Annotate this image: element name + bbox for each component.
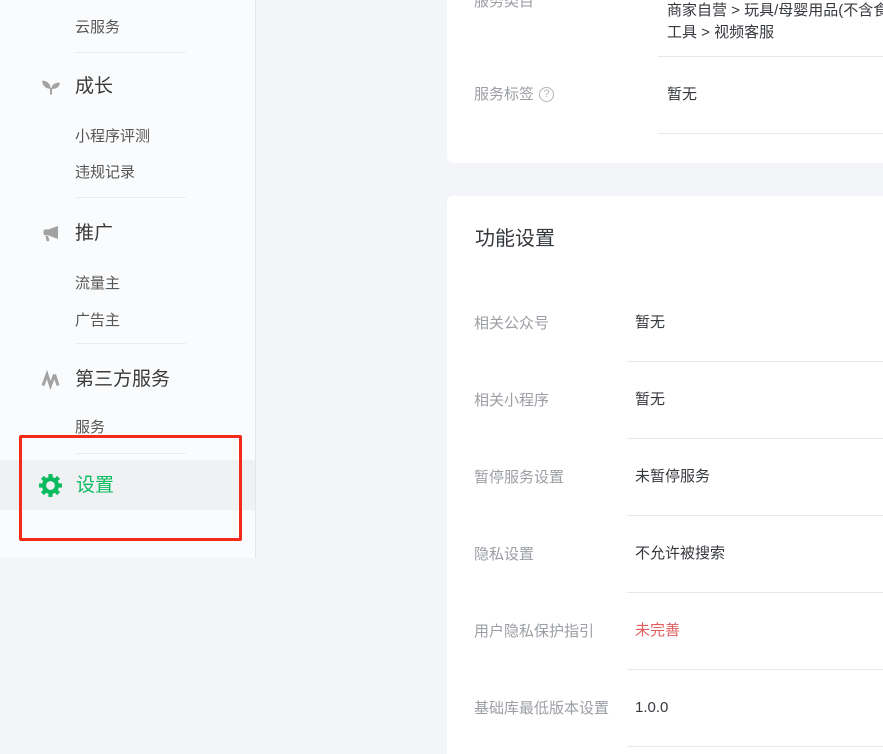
- sidebar-section-promotion[interactable]: 推广: [39, 221, 255, 246]
- third-party-icon: [39, 368, 63, 392]
- related-miniprogram-value: 暂无: [635, 389, 665, 411]
- sidebar-section-third-party[interactable]: 第三方服务: [39, 367, 255, 392]
- sidebar-item-settings[interactable]: 设置: [0, 460, 255, 510]
- base-library-version-value: 1.0.0: [635, 697, 668, 719]
- card-title: 功能设置: [475, 227, 555, 251]
- service-tag-label-text: 服务标签: [474, 86, 534, 103]
- sidebar: 云服务 成长 小程序评测 违规记录 推广: [0, 0, 256, 558]
- function-settings-card: 功能设置 相关公众号 暂无 相关小程序 暂无 暂停服务设置 未暂停服务 隐私设置…: [447, 196, 883, 754]
- sidebar-item-miniprogram-evaluation[interactable]: 小程序评测: [75, 128, 150, 145]
- row-divider: [627, 515, 883, 516]
- privacy-settings-label: 隐私设置: [474, 546, 534, 563]
- row-divider: [627, 592, 883, 593]
- base-library-version-label: 基础库最低版本设置: [474, 700, 609, 717]
- sidebar-item-violation-records[interactable]: 违规记录: [75, 164, 135, 181]
- sidebar-divider: [75, 343, 186, 344]
- service-category-label: 服务类目: [474, 0, 534, 10]
- gear-icon: [38, 473, 63, 498]
- pause-service-value: 未暂停服务: [635, 466, 710, 488]
- megaphone-icon: [39, 222, 63, 246]
- user-privacy-guide-label: 用户隐私保护指引: [474, 623, 594, 640]
- sidebar-item-traffic-monetization[interactable]: 流量主: [75, 275, 120, 292]
- app-root: 云服务 成长 小程序评测 违规记录 推广: [0, 0, 883, 754]
- sidebar-section-label: 推广: [75, 221, 113, 246]
- sidebar-divider: [75, 52, 186, 53]
- service-category-value-line2: 工具 > 视频客服: [667, 22, 774, 44]
- service-tag-label: 服务标签 ?: [474, 86, 554, 103]
- sidebar-section-growth[interactable]: 成长: [39, 74, 255, 99]
- sidebar-divider: [75, 197, 186, 198]
- sidebar-item-settings-label: 设置: [76, 473, 114, 498]
- privacy-settings-value: 不允许被搜索: [635, 543, 725, 565]
- sidebar-item-service[interactable]: 服务: [75, 419, 105, 436]
- help-icon[interactable]: ?: [539, 87, 554, 102]
- sprout-icon: [39, 75, 63, 99]
- sidebar-item-cloud-service[interactable]: 云服务: [75, 19, 120, 36]
- related-miniprogram-label: 相关小程序: [474, 392, 549, 409]
- related-official-account-label: 相关公众号: [474, 315, 549, 332]
- row-divider: [658, 133, 883, 134]
- row-divider: [658, 56, 883, 57]
- service-tag-value: 暂无: [667, 84, 697, 106]
- sidebar-section-label: 第三方服务: [75, 367, 170, 392]
- user-privacy-guide-value[interactable]: 未完善: [635, 620, 680, 642]
- sidebar-item-advertiser[interactable]: 广告主: [75, 312, 120, 329]
- service-info-card: 服务类目 商家自营 > 玩具/母婴用品(不含食品 工具 > 视频客服 服务标签 …: [447, 0, 883, 163]
- service-category-value-line1: 商家自营 > 玩具/母婴用品(不含食品: [667, 0, 883, 22]
- row-divider: [627, 438, 883, 439]
- row-divider: [627, 361, 883, 362]
- sidebar-section-label: 成长: [75, 74, 113, 99]
- related-official-account-value: 暂无: [635, 312, 665, 334]
- row-divider: [627, 669, 883, 670]
- pause-service-label: 暂停服务设置: [474, 469, 564, 486]
- sidebar-divider: [75, 453, 186, 454]
- row-divider: [627, 746, 883, 747]
